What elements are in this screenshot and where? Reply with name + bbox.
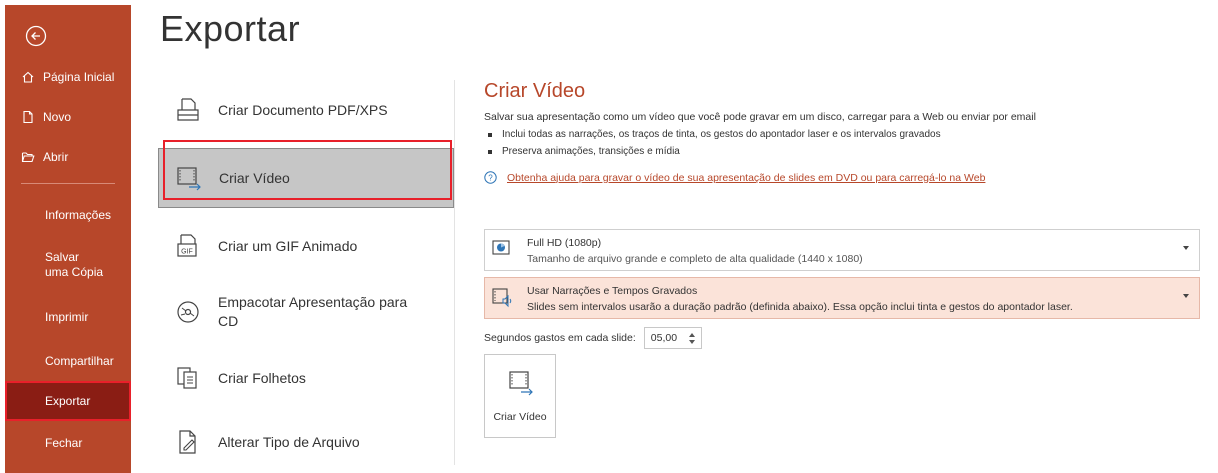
option-create-video-label: Criar Vídeo — [219, 169, 290, 186]
nav-save-copy[interactable]: Salvar uma Cópia — [5, 237, 131, 293]
nav-print-label: Imprimir — [45, 310, 89, 324]
folder-open-icon — [21, 152, 35, 163]
page-title: Exportar — [160, 8, 301, 49]
nav-new[interactable]: Novo — [5, 97, 131, 137]
nav-share[interactable]: Compartilhar — [5, 341, 131, 381]
option-package-cd[interactable]: Empacotar Apresentação para CD — [158, 278, 454, 346]
create-video-button-label: Criar Vídeo — [493, 411, 547, 423]
nav-info-label: Informações — [45, 208, 112, 222]
narration-icon — [492, 288, 512, 308]
quality-dropdown[interactable]: Full HD (1080p) Tamanho de arquivo grand… — [484, 229, 1200, 271]
export-options-list: Criar Documento PDF/XPS Criar Vídeo GIF … — [158, 78, 454, 473]
nav-close[interactable]: Fechar — [5, 421, 131, 465]
panel-title: Criar Vídeo — [484, 80, 586, 102]
option-change-file-type[interactable]: Alterar Tipo de Arquivo — [158, 410, 454, 473]
home-icon — [22, 71, 34, 83]
nav-open-label: Abrir — [43, 150, 69, 164]
feature-item-text: Inclui todas as narrações, os traços de … — [502, 129, 941, 140]
narration-dropdown[interactable]: Usar Narrações e Tempos Gravados Slides … — [484, 277, 1200, 319]
option-create-pdf[interactable]: Criar Documento PDF/XPS — [158, 78, 454, 142]
nav-open[interactable]: Abrir — [5, 137, 131, 177]
svg-text:GIF: GIF — [181, 249, 193, 256]
nav-home[interactable]: Página Inicial — [5, 57, 131, 97]
nav-new-label: Novo — [43, 110, 72, 124]
nav-close-label: Fechar — [45, 436, 83, 450]
option-create-handouts[interactable]: Criar Folhetos — [158, 346, 454, 410]
nav-share-label: Compartilhar — [45, 354, 114, 368]
nav-export-label: Exportar — [45, 394, 91, 408]
nav-home-label: Página Inicial — [43, 70, 115, 84]
stepper-arrows[interactable] — [688, 332, 695, 344]
new-file-icon — [23, 110, 33, 124]
option-create-gif-label: Criar um GIF Animado — [218, 237, 358, 254]
pane-divider — [454, 80, 455, 465]
option-create-gif[interactable]: GIF Criar um GIF Animado — [158, 214, 454, 278]
feature-item: Preserva animações, transições e mídia — [484, 146, 1204, 157]
create-video-button[interactable]: Criar Vídeo — [484, 354, 556, 438]
change-file-type-icon — [179, 430, 196, 454]
nav-print[interactable]: Imprimir — [5, 293, 131, 341]
help-link[interactable]: Obtenha ajuda para gravar o vídeo de sua… — [507, 172, 985, 184]
gif-icon: GIF — [177, 234, 197, 257]
help-icon: ? — [484, 171, 497, 184]
backstage-sidebar: Página Inicial Novo Abrir Informações Sa… — [5, 5, 131, 473]
seconds-stepper[interactable]: 05,00 — [643, 327, 702, 349]
seconds-value: 05,00 — [650, 332, 678, 344]
panel-description: Salvar sua apresentação como um vídeo qu… — [484, 111, 1036, 123]
help-row: ? Obtenha ajuda para gravar o vídeo de s… — [484, 171, 1204, 184]
quality-main-text: Full HD (1080p) — [527, 237, 602, 249]
handouts-icon — [177, 367, 197, 389]
monitor-quality-icon — [492, 240, 510, 255]
option-create-handouts-label: Criar Folhetos — [218, 369, 306, 386]
option-package-cd-label: Empacotar Apresentação para CD — [218, 294, 408, 329]
nav-info[interactable]: Informações — [5, 193, 131, 237]
quality-sub-text: Tamanho de arquivo grande e completo de … — [527, 253, 863, 265]
backstage-view: Página Inicial Novo Abrir Informações Sa… — [0, 0, 1218, 473]
svg-text:?: ? — [488, 174, 493, 183]
create-video-panel: Criar Vídeo Salvar sua apresentação como… — [484, 80, 1204, 438]
chevron-down-icon — [1183, 246, 1189, 250]
seconds-label: Segundos gastos em cada slide: — [484, 332, 636, 344]
nav-export[interactable]: Exportar — [5, 381, 131, 421]
sidebar-divider — [21, 183, 115, 184]
option-create-video[interactable]: Criar Vídeo — [158, 148, 454, 208]
cd-icon — [177, 301, 199, 323]
feature-list: Inclui todas as narrações, os traços de … — [484, 129, 1204, 157]
nav-save-copy-label: Salvar uma Cópia — [45, 250, 104, 279]
chevron-down-icon — [1183, 294, 1189, 298]
video-icon — [177, 167, 201, 191]
narration-sub-text: Slides sem intervalos usarão a duração p… — [527, 301, 1073, 313]
seconds-row: Segundos gastos em cada slide: 05,00 — [484, 327, 702, 349]
pdf-document-icon — [177, 98, 199, 121]
narration-main-text: Usar Narrações e Tempos Gravados — [527, 285, 698, 297]
back-arrow-icon[interactable] — [25, 25, 47, 47]
option-create-pdf-label: Criar Documento PDF/XPS — [218, 101, 388, 118]
feature-item: Inclui todas as narrações, os traços de … — [484, 129, 1204, 140]
video-icon — [509, 371, 533, 396]
feature-item-text: Preserva animações, transições e mídia — [502, 146, 680, 157]
option-change-file-type-label: Alterar Tipo de Arquivo — [218, 433, 360, 450]
